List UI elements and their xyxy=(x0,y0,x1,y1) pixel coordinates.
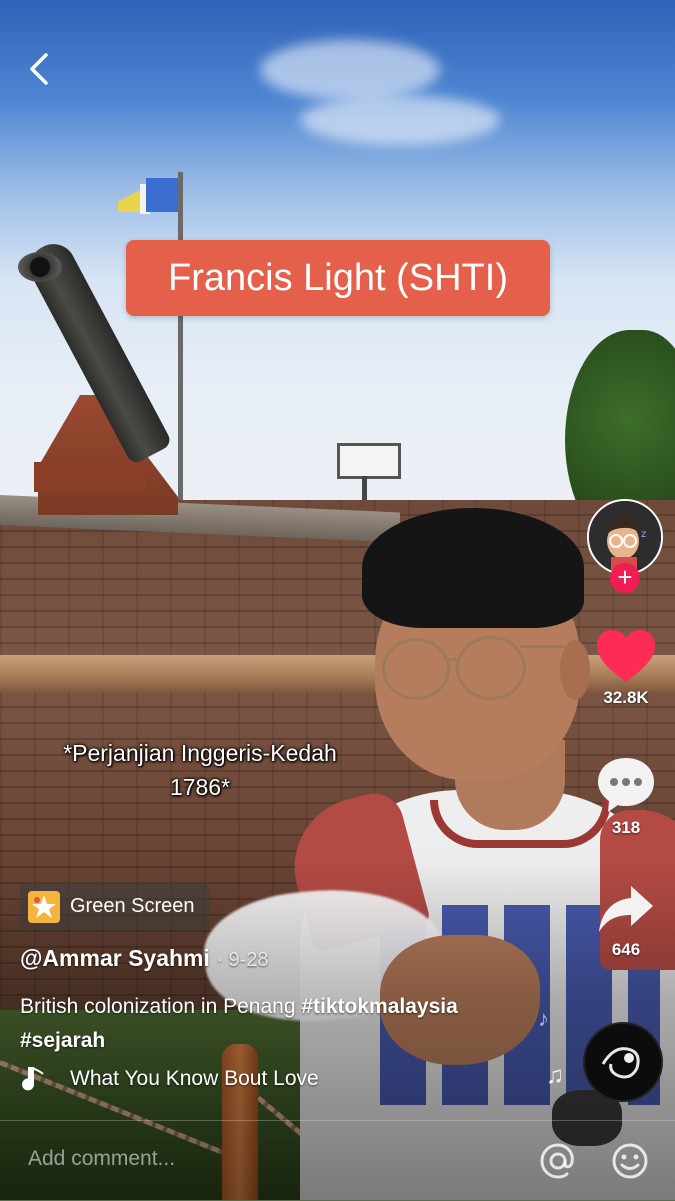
back-button[interactable] xyxy=(22,50,56,88)
person-collar xyxy=(430,800,611,848)
cloud xyxy=(260,40,440,100)
cloud xyxy=(300,95,500,145)
comment-bar: Add comment... xyxy=(0,1120,675,1201)
emoji-icon xyxy=(612,1143,648,1179)
post-description: British colonization in Penang #tiktokma… xyxy=(20,990,540,1058)
sound-link[interactable]: What You Know Bout Love xyxy=(20,1066,319,1092)
author-line[interactable]: @Ammar Syahmi · 9-28 xyxy=(20,945,269,972)
cannon-carriage-base xyxy=(34,462,146,492)
flag-pole xyxy=(178,172,183,517)
share-button[interactable]: 646 xyxy=(590,884,662,960)
post-date: · 9-28 xyxy=(216,949,269,971)
description-text: British colonization in Penang xyxy=(20,995,302,1018)
flag xyxy=(146,178,178,212)
glasses xyxy=(520,645,565,648)
effect-label: Green Screen xyxy=(70,895,195,917)
signboard xyxy=(337,443,401,479)
hashtag[interactable]: #sejarah xyxy=(20,1029,105,1052)
hashtag[interactable]: #tiktokmalaysia xyxy=(301,995,457,1018)
at-mention-icon xyxy=(540,1143,574,1179)
share-arrow-icon xyxy=(599,886,653,932)
share-count: 646 xyxy=(611,940,641,959)
plus-icon: + xyxy=(617,562,633,592)
heart-icon xyxy=(597,630,655,682)
glasses xyxy=(444,658,458,661)
author-name[interactable]: @Ammar Syahmi xyxy=(20,945,210,971)
sound-disc-artwork-icon xyxy=(585,1024,661,1100)
like-count: 32.8K xyxy=(603,688,649,707)
comment-button[interactable]: 318 xyxy=(590,756,662,838)
floating-note-icon: ♪ xyxy=(538,1006,549,1031)
comment-count: 318 xyxy=(611,818,641,837)
caption-line: *Perjanjian Inggeris-Kedah xyxy=(63,740,337,766)
comment-input[interactable]: Add comment... xyxy=(28,1147,175,1171)
svg-text:z: z xyxy=(641,529,646,540)
music-note-icon xyxy=(22,1067,44,1091)
person-ear xyxy=(560,640,590,700)
glasses xyxy=(382,638,450,700)
sound-title: What You Know Bout Love xyxy=(70,1067,319,1090)
effect-chip[interactable]: Green Screen xyxy=(20,883,209,930)
title-sticker: Francis Light (SHTI) xyxy=(126,240,550,316)
cannon-mouth xyxy=(18,252,62,282)
emoji-button[interactable] xyxy=(610,1141,650,1181)
sound-disc[interactable] xyxy=(583,1022,663,1102)
caption-line: 1786* xyxy=(169,774,231,800)
follow-plus-button[interactable]: + xyxy=(610,563,640,593)
glasses xyxy=(456,636,526,700)
floating-note-icon: ♫ xyxy=(546,1062,564,1089)
person-hair xyxy=(362,508,584,628)
like-button[interactable]: 32.8K xyxy=(590,628,662,708)
mention-button[interactable] xyxy=(538,1141,578,1181)
creator-avatar[interactable]: z + xyxy=(587,499,663,593)
caption-sticker: *Perjanjian Inggeris-Kedah 1786* xyxy=(40,736,360,804)
green-screen-effect-icon xyxy=(28,890,60,923)
back-chevron-icon xyxy=(30,53,48,85)
comment-bubble-icon xyxy=(598,758,654,812)
